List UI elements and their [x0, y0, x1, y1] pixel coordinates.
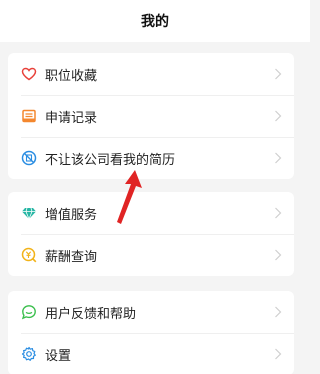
chevron-right-icon: [275, 152, 282, 164]
chevron-right-icon: [275, 348, 282, 360]
chevron-right-icon: [275, 249, 282, 261]
feedback-icon: [21, 304, 37, 320]
menu-item-block-company[interactable]: 不让该公司看我的简历: [8, 137, 294, 179]
menu-item-value-added-services[interactable]: 增值服务: [8, 192, 294, 234]
menu-item-feedback-help[interactable]: 用户反馈和帮助: [8, 291, 294, 333]
chevron-right-icon: [275, 207, 282, 219]
menu-group-1: 职位收藏 申请记录 不让该公司看我的简历: [8, 53, 294, 179]
menu-item-label: 申请记录: [45, 110, 98, 126]
diamond-icon: [21, 205, 37, 221]
menu-item-label: 职位收藏: [45, 68, 98, 84]
chevron-right-icon: [275, 68, 282, 80]
menu-item-label: 不让该公司看我的简历: [45, 152, 176, 168]
menu-item-salary-query[interactable]: 薪酬查询: [8, 234, 294, 276]
menu-item-label: 增值服务: [45, 207, 98, 223]
heart-icon: [21, 66, 37, 82]
menu-item-label: 用户反馈和帮助: [45, 306, 137, 322]
menu-item-label: 设置: [45, 348, 72, 364]
chevron-right-icon: [275, 110, 282, 122]
page-title: 我的: [141, 14, 169, 30]
header: 我的: [0, 0, 310, 42]
file-icon: [21, 108, 37, 124]
menu-group-2: 增值服务 薪酬查询: [8, 192, 294, 276]
chevron-right-icon: [275, 306, 282, 318]
menu-item-applications[interactable]: 申请记录: [8, 95, 294, 137]
annotation-arrow: [117, 170, 142, 224]
menu-item-settings[interactable]: 设置: [8, 333, 294, 374]
menu-item-favorites[interactable]: 职位收藏: [8, 53, 294, 95]
block-company-icon: [21, 150, 37, 166]
menu-item-label: 薪酬查询: [45, 249, 98, 265]
salary-icon: [21, 247, 37, 263]
gear-icon: [21, 346, 37, 362]
menu-group-3: 用户反馈和帮助 设置: [8, 291, 294, 374]
